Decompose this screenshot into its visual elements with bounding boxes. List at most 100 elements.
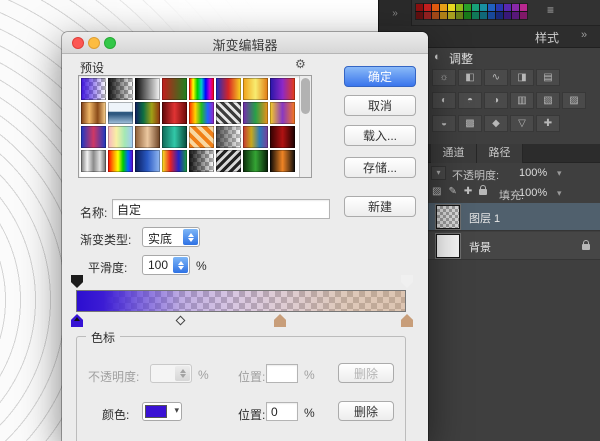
color-stop-right[interactable] xyxy=(401,314,413,327)
color-swatch[interactable] xyxy=(520,4,527,11)
gradient-preset[interactable] xyxy=(81,126,106,148)
color-swatch[interactable] xyxy=(456,4,463,11)
gradient-preset[interactable] xyxy=(216,150,241,172)
stop-color-picker[interactable]: ▾ xyxy=(142,402,182,421)
tab-paths[interactable]: 路径 xyxy=(477,144,523,163)
color-swatch[interactable] xyxy=(432,12,439,19)
stop-color-location-input[interactable] xyxy=(266,402,298,421)
gradient-type-dropdown[interactable]: 实底 xyxy=(142,227,200,247)
collapse-panel-icon[interactable]: » xyxy=(392,8,398,19)
gradient-preset[interactable] xyxy=(135,78,160,100)
gradient-preview-bar[interactable] xyxy=(76,290,406,312)
preset-scrollbar-thumb[interactable] xyxy=(301,78,310,114)
gradient-preset[interactable] xyxy=(108,150,133,172)
gradient-preset[interactable] xyxy=(135,150,160,172)
background-thumbnail[interactable] xyxy=(436,234,460,258)
load-button[interactable]: 载入... xyxy=(344,125,416,146)
gradient-preset[interactable] xyxy=(243,150,268,172)
gradient-preset[interactable] xyxy=(243,102,268,124)
cancel-button[interactable]: 取消 xyxy=(344,95,416,116)
smoothness-stepper[interactable]: 100 xyxy=(142,255,190,275)
color-swatch[interactable] xyxy=(416,12,423,19)
gradient-preset[interactable] xyxy=(216,78,241,100)
gradient-preset[interactable] xyxy=(162,150,187,172)
panel-menu-icon[interactable]: ≡ xyxy=(547,4,554,16)
gradient-preset[interactable] xyxy=(162,102,187,124)
gradient-preset[interactable] xyxy=(270,126,295,148)
layer1-thumbnail[interactable] xyxy=(436,205,460,229)
color-swatch[interactable] xyxy=(440,12,447,19)
preset-scrollbar[interactable] xyxy=(299,76,311,177)
adjustment-icon[interactable]: ◑ xyxy=(484,92,508,109)
color-swatch[interactable] xyxy=(496,12,503,19)
color-swatch[interactable] xyxy=(480,4,487,11)
tab-styles[interactable]: 样式 xyxy=(535,29,559,46)
layer1-name[interactable]: 图层 1 xyxy=(469,210,500,226)
adjustment-icon[interactable]: ▥ xyxy=(510,92,534,109)
gradient-preset[interactable] xyxy=(108,126,133,148)
adjustment-icon[interactable]: ▽ xyxy=(510,115,534,132)
layers-opacity-dropdown-icon[interactable]: ▾ xyxy=(557,168,562,179)
gradient-preset[interactable] xyxy=(270,78,295,100)
color-swatch[interactable] xyxy=(496,4,503,11)
color-swatch[interactable] xyxy=(456,12,463,19)
color-swatch[interactable] xyxy=(472,12,479,19)
gradient-preset[interactable] xyxy=(216,126,241,148)
color-swatch[interactable] xyxy=(504,12,511,19)
color-swatch[interactable] xyxy=(520,12,527,19)
adjustment-icon[interactable]: ✚ xyxy=(536,115,560,132)
gradient-preset[interactable] xyxy=(81,78,106,100)
gradient-preset[interactable] xyxy=(243,126,268,148)
color-stop-middle[interactable] xyxy=(274,314,286,327)
lock-pixels-icon[interactable]: ✎ xyxy=(448,186,456,197)
adjustment-icon[interactable]: ◓ xyxy=(458,92,482,109)
adjustment-icon[interactable]: ◧ xyxy=(458,69,482,86)
color-swatch[interactable] xyxy=(488,4,495,11)
name-input[interactable] xyxy=(112,199,330,219)
opacity-stop-left[interactable] xyxy=(71,275,83,288)
delete-color-stop-button[interactable]: 删除 xyxy=(338,401,394,421)
layers-fill-dropdown-icon[interactable]: ▾ xyxy=(557,188,562,199)
save-button[interactable]: 存储... xyxy=(344,157,416,178)
lock-position-icon[interactable]: ✚ xyxy=(464,186,472,197)
color-swatch[interactable] xyxy=(448,12,455,19)
new-button[interactable]: 新建 xyxy=(344,196,416,217)
gradient-preset[interactable] xyxy=(162,78,187,100)
gradient-preset[interactable] xyxy=(162,126,187,148)
adjustment-icon[interactable]: ◐ xyxy=(432,92,456,109)
opacity-stop-right[interactable] xyxy=(401,275,413,288)
adjustment-icon[interactable]: ▤ xyxy=(536,69,560,86)
adjustment-icon[interactable]: ☼ xyxy=(432,69,456,86)
color-swatch[interactable] xyxy=(512,12,519,19)
lock-transparent-icon[interactable]: ▨ xyxy=(432,186,441,197)
gradient-preset[interactable] xyxy=(270,102,295,124)
color-swatch[interactable] xyxy=(432,4,439,11)
gradient-preset[interactable] xyxy=(189,78,214,100)
color-swatch[interactable] xyxy=(145,405,167,418)
gradient-preset[interactable] xyxy=(189,150,214,172)
gradient-preset[interactable] xyxy=(243,78,268,100)
presets-gear-icon[interactable]: ⚙ xyxy=(295,57,306,71)
gradient-preset[interactable] xyxy=(189,126,214,148)
color-stop-left[interactable] xyxy=(71,314,83,327)
color-swatch[interactable] xyxy=(448,4,455,11)
gradient-preset[interactable] xyxy=(270,150,295,172)
layers-fill-value[interactable]: 100% xyxy=(519,187,547,199)
layers-opacity-value[interactable]: 100% xyxy=(519,167,547,179)
adjustment-icon[interactable]: ▨ xyxy=(562,92,586,109)
tab-channels[interactable]: 通道 xyxy=(431,144,477,163)
gradient-preset[interactable] xyxy=(135,102,160,124)
gradient-preset[interactable] xyxy=(81,150,106,172)
panel-collapse-icon[interactable]: » xyxy=(581,29,586,41)
adjustment-icon[interactable]: ▩ xyxy=(458,115,482,132)
color-swatch[interactable] xyxy=(440,4,447,11)
lock-all-icon[interactable] xyxy=(479,189,487,195)
color-swatch[interactable] xyxy=(464,12,471,19)
gradient-preset[interactable] xyxy=(108,102,133,124)
adjustment-icon[interactable]: ▧ xyxy=(536,92,560,109)
adjustment-icon[interactable]: ◒ xyxy=(432,115,456,132)
color-dropdown-icon[interactable]: ▾ xyxy=(174,405,179,416)
color-swatch[interactable] xyxy=(424,12,431,19)
color-swatch[interactable] xyxy=(424,4,431,11)
adjustment-icon[interactable]: ∿ xyxy=(484,69,508,86)
